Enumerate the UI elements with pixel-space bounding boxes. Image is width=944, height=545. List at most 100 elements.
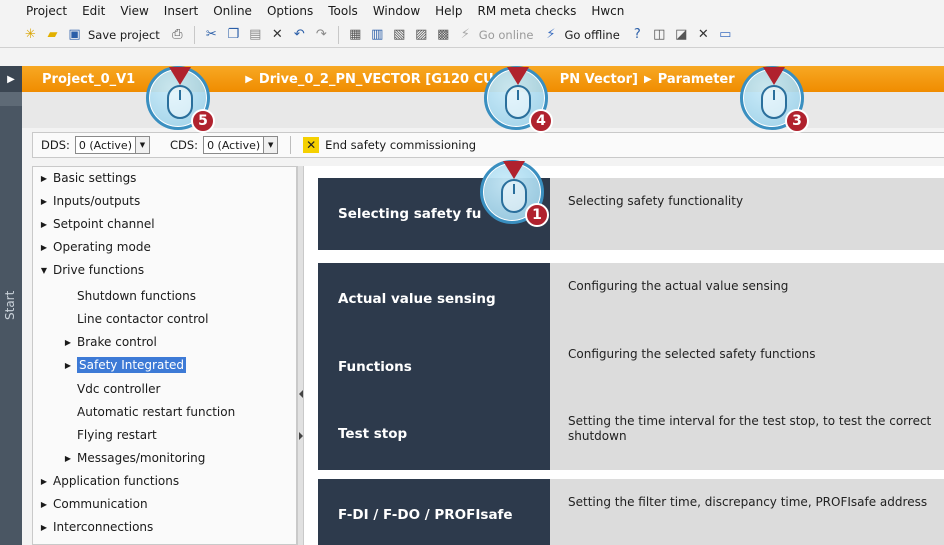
expand-arrow-icon[interactable]: ▶ — [37, 243, 51, 252]
tree-item-application-functions[interactable]: ▶ Application functions — [37, 470, 179, 492]
functions-button[interactable]: Functions — [318, 331, 550, 403]
menu-options[interactable]: Options — [267, 4, 313, 18]
mouse-icon — [761, 85, 787, 119]
panel-splitter[interactable] — [297, 166, 304, 545]
tree-item-shutdown-functions[interactable]: Shutdown functions — [77, 285, 196, 307]
dds-label: DDS: — [41, 138, 70, 152]
tree-item-interconnections[interactable]: ▶ Interconnections — [37, 516, 153, 538]
actual-value-sensing-button[interactable]: Actual value sensing — [318, 263, 550, 335]
step-number-badge: 1 — [525, 203, 549, 227]
tree-item-automatic-restart[interactable]: Automatic restart function — [77, 401, 235, 423]
pointer-arrow-icon — [763, 67, 785, 85]
menu-window[interactable]: Window — [373, 4, 420, 18]
paste-icon[interactable]: ▤ — [247, 26, 264, 43]
tree-item-inputs-outputs[interactable]: ▶ Inputs/outputs — [37, 190, 140, 212]
fdi-fdo-profisafe-button[interactable]: F-DI / F-DO / PROFIsafe — [318, 479, 550, 545]
tab-stripe — [0, 92, 22, 106]
expand-arrow-icon[interactable]: ▶ — [37, 477, 51, 486]
expand-arrow-icon[interactable]: ▶ — [37, 197, 51, 206]
help-icon[interactable]: ? — [629, 26, 646, 43]
collapse-right-icon[interactable] — [299, 432, 303, 440]
split-vertical-icon[interactable]: ◪ — [673, 26, 690, 43]
cds-select[interactable]: 0 (Active) ▼ — [203, 136, 279, 154]
chevron-down-icon[interactable]: ▼ — [135, 137, 149, 153]
step-number-badge: 4 — [529, 109, 553, 133]
go-offline-button[interactable]: Go offline — [564, 28, 619, 42]
menu-project[interactable]: Project — [26, 4, 67, 18]
expand-arrow-icon[interactable]: ▶ — [37, 500, 51, 509]
breadcrumb-project[interactable]: Project_0_V1 — [42, 72, 135, 87]
tree-item-setpoint-channel[interactable]: ▶ Setpoint channel — [37, 213, 155, 235]
menu-edit[interactable]: Edit — [82, 4, 105, 18]
chevron-down-icon[interactable]: ▼ — [263, 137, 278, 153]
save-icon[interactable]: ▣ — [66, 26, 83, 43]
end-safety-commissioning-button[interactable]: ✕ End safety commissioning — [303, 137, 476, 153]
breadcrumb-drive[interactable]: Drive_0_2_PN_VECTOR [G120 CU — [259, 72, 494, 87]
menu-tools[interactable]: Tools — [328, 4, 358, 18]
tree-item-messages-monitoring[interactable]: ▶ Messages/monitoring — [61, 447, 205, 469]
row-description: Setting the filter time, discrepancy tim… — [550, 479, 944, 545]
expand-arrow-icon[interactable]: ▶ — [37, 523, 51, 532]
collapse-arrow-icon[interactable]: ▼ — [37, 266, 51, 275]
safety-row: F-DI / F-DO / PROFIsafe Setting the filt… — [318, 479, 944, 545]
tree-item-drive-functions[interactable]: ▼ Drive functions — [37, 259, 144, 281]
open-project-icon[interactable]: ▰ — [44, 26, 61, 43]
row-description: Setting the time interval for the test s… — [550, 398, 944, 470]
breadcrumb-drive-tail[interactable]: PN Vector] — [560, 72, 638, 87]
breadcrumb-section[interactable]: Parameter — [658, 72, 735, 87]
compile-icon[interactable]: ▦ — [347, 26, 364, 43]
expand-arrow-icon[interactable]: ▶ — [0, 66, 22, 92]
menu-insert[interactable]: Insert — [164, 4, 198, 18]
tree-item-safety-integrated[interactable]: ▶ Safety Integrated — [61, 354, 187, 376]
go-online-button[interactable]: Go online — [479, 28, 534, 42]
safety-tools-icon: ✕ — [303, 137, 320, 153]
window-icon[interactable]: ▭ — [717, 26, 734, 43]
accessible-devices-icon[interactable]: ▩ — [435, 26, 452, 43]
tree-item-line-contactor-control[interactable]: Line contactor control — [77, 308, 208, 330]
expand-arrow-icon[interactable]: ▶ — [37, 174, 51, 183]
redo-icon[interactable]: ↷ — [313, 26, 330, 43]
end-safety-label: End safety commissioning — [325, 138, 477, 152]
cut-icon[interactable]: ✂ — [203, 26, 220, 43]
delete-icon[interactable]: ✕ — [269, 26, 286, 43]
tree-item-basic-settings[interactable]: ▶ Basic settings — [37, 167, 137, 189]
close-editor-icon[interactable]: ✕ — [695, 26, 712, 43]
menu-hwcn[interactable]: Hwcn — [591, 4, 624, 18]
upload-icon[interactable]: ▧ — [391, 26, 408, 43]
dds-cds-bar: DDS: 0 (Active) ▼ CDS: 0 (Active) ▼ ✕ En… — [32, 132, 944, 158]
copy-icon[interactable]: ❐ — [225, 26, 242, 43]
go-offline-icon[interactable]: ⚡ — [542, 26, 559, 43]
menu-online[interactable]: Online — [213, 4, 252, 18]
step-number-badge: 3 — [785, 109, 809, 133]
mouse-icon — [501, 179, 527, 213]
menu-view[interactable]: View — [120, 4, 148, 18]
menu-rm-meta-checks[interactable]: RM meta checks — [478, 4, 577, 18]
collapse-left-icon[interactable] — [299, 390, 303, 398]
tree-item-flying-restart[interactable]: Flying restart — [77, 424, 157, 446]
print-icon[interactable]: ⎙ — [169, 26, 186, 43]
tree-item-vdc-controller[interactable]: Vdc controller — [77, 378, 160, 400]
download-icon[interactable]: ▥ — [369, 26, 386, 43]
callout-mouse-step: 1 — [480, 160, 549, 227]
menu-help[interactable]: Help — [435, 4, 462, 18]
expand-arrow-icon[interactable]: ▶ — [37, 220, 51, 229]
new-project-icon[interactable]: ✳ — [22, 26, 39, 43]
tree-item-brake-control[interactable]: ▶ Brake control — [61, 331, 157, 353]
test-stop-button[interactable]: Test stop — [318, 398, 550, 470]
parameter-nav-tree: ▶ Basic settings ▶ Inputs/outputs ▶ Setpoin… — [32, 166, 297, 545]
expand-arrow-icon[interactable]: ▶ — [61, 361, 75, 370]
dds-select[interactable]: 0 (Active) ▼ — [74, 136, 150, 154]
go-online-icon[interactable]: ⚡ — [457, 26, 474, 43]
start-vertical-tab[interactable]: Start — [0, 92, 22, 545]
simulation-icon[interactable]: ▨ — [413, 26, 430, 43]
toolbar-separator — [337, 25, 339, 44]
save-project-button[interactable]: Save project — [88, 28, 160, 42]
expand-arrow-icon[interactable]: ▶ — [61, 454, 75, 463]
safety-row: Actual value sensing Configuring the act… — [318, 263, 944, 335]
expand-arrow-icon[interactable]: ▶ — [61, 338, 75, 347]
split-horizontal-icon[interactable]: ◫ — [651, 26, 668, 43]
tree-item-communication[interactable]: ▶ Communication — [37, 493, 148, 515]
row-description: Configuring the selected safety function… — [550, 331, 944, 403]
tree-item-operating-mode[interactable]: ▶ Operating mode — [37, 236, 151, 258]
undo-icon[interactable]: ↶ — [291, 26, 308, 43]
